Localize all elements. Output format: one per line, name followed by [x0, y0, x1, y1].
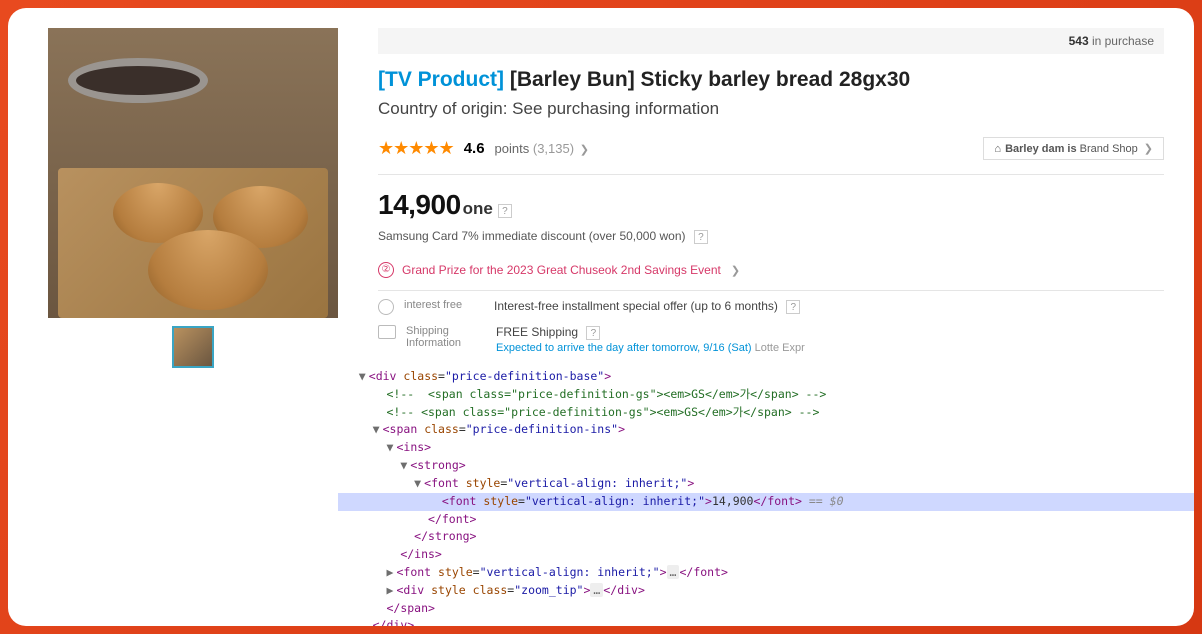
- shipping-value: FREE Shipping: [496, 325, 578, 339]
- rating-row: ★★★★★ 4.6 points (3,135) ❯ ⌂ Barley dam …: [378, 137, 1164, 175]
- interest-help-icon[interactable]: ?: [786, 300, 800, 314]
- product-section: 543 in purchase [TV Product] [Barley Bun…: [8, 8, 1194, 368]
- country-of-origin: Country of origin: See purchasing inform…: [378, 99, 1164, 119]
- event-text: Grand Prize for the 2023 Great Chuseok 2…: [402, 263, 721, 277]
- tv-product-tag: [TV Product]: [378, 68, 504, 91]
- shipping-label: Shipping Information: [406, 325, 486, 349]
- dom-node[interactable]: ▶<font style="vertical-align: inherit;">…: [338, 564, 1194, 582]
- details-column: 543 in purchase [TV Product] [Barley Bun…: [373, 28, 1164, 368]
- shipping-row: Shipping Information FREE Shipping ? Exp…: [378, 323, 1164, 362]
- dom-node[interactable]: ▼<font style="vertical-align: inherit;">: [338, 475, 1194, 493]
- dom-node[interactable]: </ins>: [338, 546, 1194, 564]
- event-row[interactable]: ② Grand Prize for the 2023 Great Chuseok…: [378, 254, 1164, 291]
- product-image[interactable]: [48, 28, 338, 318]
- product-title: [TV Product] [Barley Bun] Sticky barley …: [378, 66, 1164, 93]
- devtools-elements-panel[interactable]: ▼<div class="price-definition-base"> <!-…: [338, 362, 1194, 626]
- chevron-right-icon: ❯: [731, 264, 740, 277]
- price-unit: one: [463, 199, 493, 219]
- home-icon: ⌂: [994, 143, 1001, 155]
- card-discount-row: Samsung Card 7% immediate discount (over…: [378, 229, 1164, 244]
- dom-node[interactable]: </strong>: [338, 528, 1194, 546]
- dom-node[interactable]: </div>: [338, 617, 1194, 626]
- dom-node[interactable]: ▶<div style class="zoom_tip">…</div>: [338, 582, 1194, 600]
- shipping-help-icon[interactable]: ?: [586, 326, 600, 340]
- dom-node[interactable]: ▼<div class="price-definition-base">: [338, 368, 1194, 386]
- interest-free-row: interest free Interest-free installment …: [378, 291, 1164, 323]
- dom-comment[interactable]: <!-- <span class="price-definition-gs"><…: [338, 404, 1194, 422]
- image-column: [38, 28, 348, 368]
- star-icons: ★★★★★: [378, 138, 454, 159]
- interest-icon: [378, 299, 394, 315]
- chevron-right-icon: ❯: [580, 144, 589, 156]
- price-help-icon[interactable]: ?: [498, 204, 512, 218]
- page-card: 543 in purchase [TV Product] [Barley Bun…: [8, 8, 1194, 626]
- rating-value: 4.6: [464, 140, 485, 157]
- dom-node[interactable]: ▼<strong>: [338, 457, 1194, 475]
- truck-icon: [378, 325, 396, 339]
- carrier-text: Lotte Expr: [752, 342, 805, 354]
- purchase-count-badge: 543 in purchase: [378, 28, 1164, 54]
- discount-help-icon[interactable]: ?: [694, 230, 708, 244]
- interest-label: interest free: [404, 299, 484, 311]
- dom-comment[interactable]: <!-- <span class="price-definition-gs"><…: [338, 386, 1194, 404]
- dom-node-selected[interactable]: <font style="vertical-align: inherit;">1…: [338, 493, 1194, 511]
- price-row: 14,900 one ?: [378, 175, 1164, 229]
- chevron-right-icon: ❯: [1144, 142, 1153, 155]
- arrival-text: Expected to arrive the day after tomorro…: [496, 342, 752, 354]
- shipping-block: FREE Shipping ? Expected to arrive the d…: [496, 325, 805, 354]
- interest-value: Interest-free installment special offer …: [494, 299, 800, 314]
- rating-points-label: points (3,135) ❯: [495, 141, 589, 156]
- dom-node[interactable]: </span>: [338, 600, 1194, 618]
- event-badge-icon: ②: [378, 262, 394, 278]
- dom-node[interactable]: </font>: [338, 511, 1194, 529]
- price-value: 14,900: [378, 189, 461, 221]
- dom-node[interactable]: ▼<span class="price-definition-ins">: [338, 421, 1194, 439]
- thumbnail-1[interactable]: [172, 326, 214, 368]
- dom-node[interactable]: ▼<ins>: [338, 439, 1194, 457]
- brand-shop-link[interactable]: ⌂ Barley dam is Brand Shop ❯: [983, 137, 1164, 160]
- purchase-count: 543: [1069, 34, 1089, 48]
